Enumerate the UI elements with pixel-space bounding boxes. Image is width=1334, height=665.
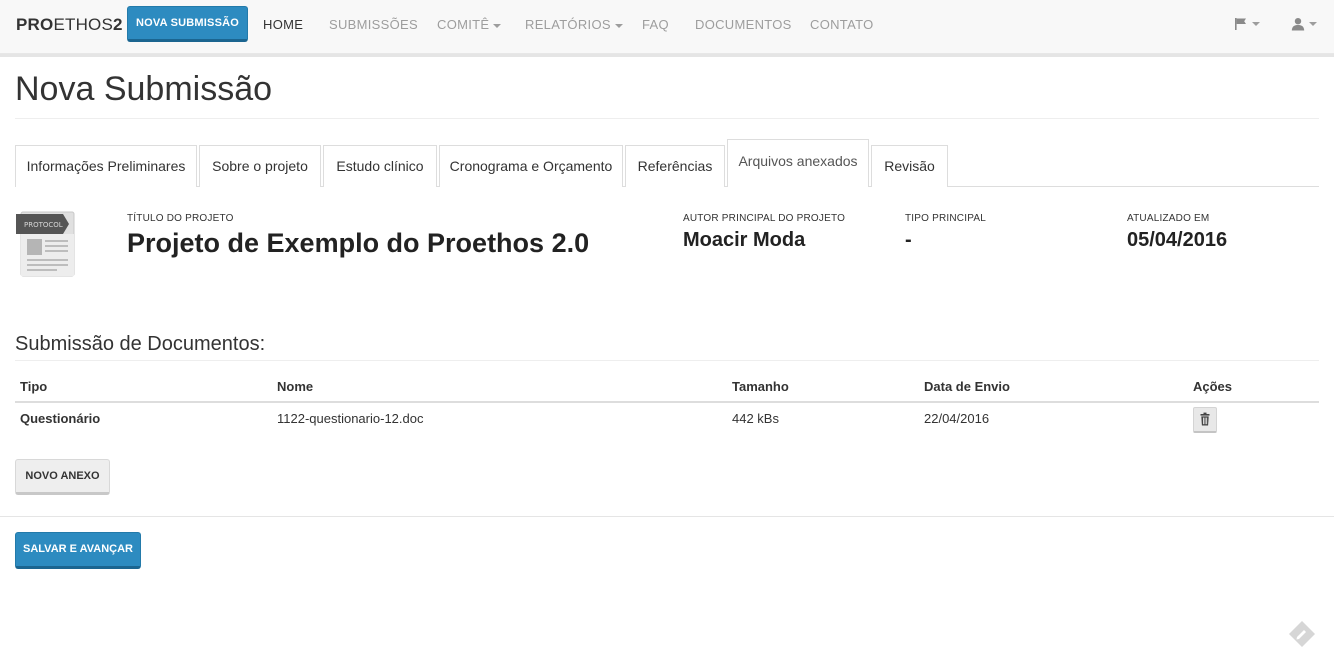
cell-size: 442 kBs	[732, 411, 779, 426]
user-dropdown[interactable]	[1291, 15, 1317, 31]
brand-logo[interactable]: PROETHOS2	[16, 15, 123, 35]
tab-preliminary-info[interactable]: Informações Preliminares	[15, 145, 197, 187]
nav-faq[interactable]: FAQ	[642, 17, 669, 32]
type-label: TIPO PRINCIPAL	[905, 213, 986, 224]
author-label: AUTOR PRINCIPAL DO PROJETO	[683, 213, 846, 224]
nav-submissions[interactable]: SUBMISSÕES	[329, 17, 418, 32]
type-value: -	[905, 229, 912, 251]
tab-schedule-budget[interactable]: Cronograma e Orçamento	[439, 145, 623, 187]
divider	[15, 118, 1319, 119]
column-header-actions: Ações	[1193, 379, 1233, 394]
divider	[0, 516, 1334, 517]
flag-icon	[1235, 18, 1246, 31]
nav-committee[interactable]: COMITÊ	[437, 17, 502, 32]
trash-icon	[1200, 412, 1210, 426]
section-title: Submissão de Documentos:	[15, 333, 266, 355]
cell-name: 1122-questionario-12.doc	[277, 411, 424, 426]
project-title: Projeto de Exemplo do Proethos 2.0	[127, 228, 590, 258]
table-header-divider	[15, 401, 1319, 403]
save-and-next-button[interactable]: SALVAR E AVANÇAR	[15, 532, 141, 569]
language-dropdown[interactable]	[1234, 15, 1260, 31]
protocol-label: PROTOCOL	[24, 221, 63, 229]
column-header-date: Data de Envio	[924, 379, 1010, 394]
project-title-label: TÍTULO DO PROJETO	[127, 213, 234, 224]
updated-date: 05/04/2016	[1127, 229, 1228, 251]
column-header-size: Tamanho	[732, 379, 789, 394]
new-submission-button[interactable]: NOVA SUBMISSÃO	[127, 6, 248, 42]
chevron-down-icon	[1309, 22, 1317, 27]
nav-contact[interactable]: CONTATO	[810, 17, 874, 32]
protocol-document-icon: PROTOCOL	[16, 211, 75, 277]
delete-file-button[interactable]	[1193, 407, 1217, 433]
chevron-down-icon	[493, 23, 502, 28]
nav-documents[interactable]: DOCUMENTOS	[695, 17, 792, 32]
tab-review[interactable]: Revisão	[871, 145, 948, 187]
cell-date: 22/04/2016	[924, 411, 990, 426]
nav-home[interactable]: HOME	[263, 17, 303, 32]
tab-references[interactable]: Referências	[625, 145, 725, 187]
tab-attached-files[interactable]: Arquivos anexados	[727, 139, 869, 187]
feedback-icon[interactable]	[1288, 620, 1316, 648]
tab-about-project[interactable]: Sobre o projeto	[199, 145, 321, 187]
chevron-down-icon	[614, 23, 623, 28]
cell-type: Questionário	[20, 411, 101, 426]
page-title: Nova Submissão	[15, 70, 273, 108]
nav-reports[interactable]: RELATÓRIOS	[525, 17, 623, 32]
divider	[15, 360, 1319, 361]
author-name: Moacir Moda	[683, 229, 806, 251]
new-attachment-button[interactable]: NOVO ANEXO	[15, 459, 110, 495]
column-header-type: Tipo	[20, 379, 48, 394]
chevron-down-icon	[1252, 22, 1260, 27]
tab-clinical-study[interactable]: Estudo clínico	[323, 145, 437, 187]
column-header-name: Nome	[277, 379, 314, 394]
updated-label: ATUALIZADO EM	[1127, 213, 1210, 224]
top-navbar: PROETHOS2 NOVA SUBMISSÃO HOME SUBMISSÕES…	[0, 0, 1334, 54]
user-icon	[1291, 18, 1305, 31]
